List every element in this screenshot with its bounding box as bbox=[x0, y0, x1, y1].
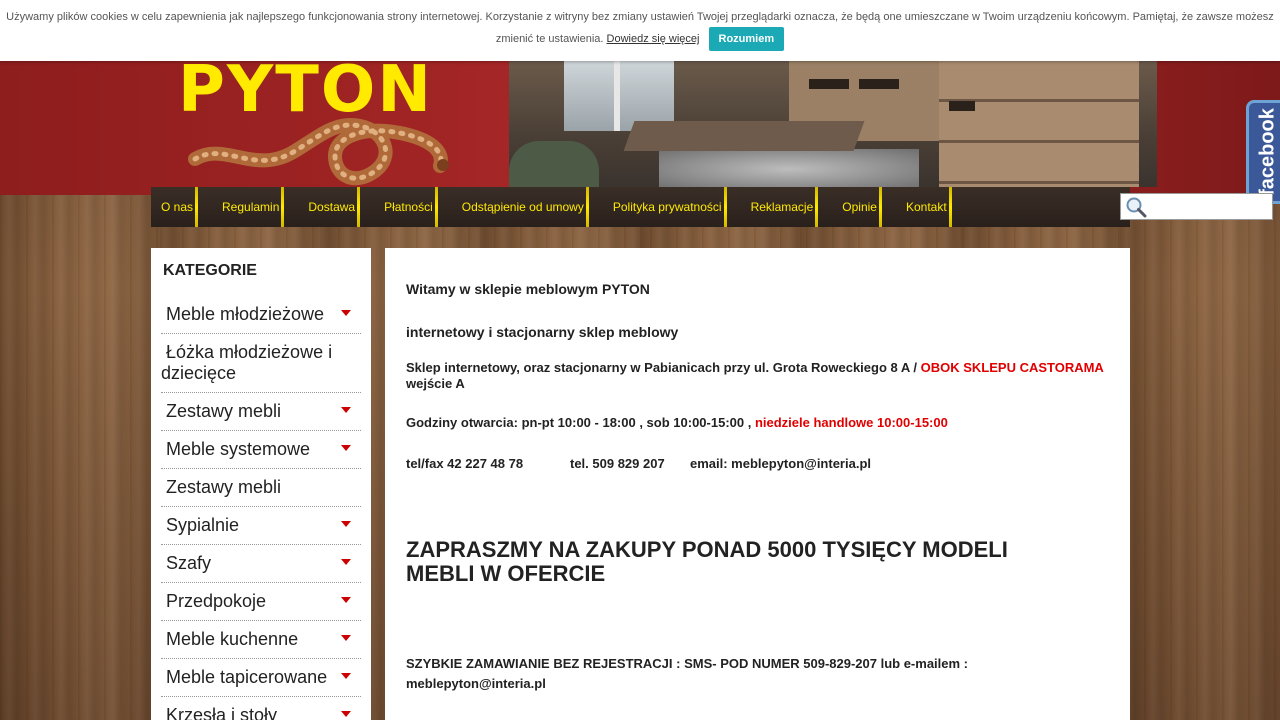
address-text: Sklep internetowy, oraz stacjonarny w Pa… bbox=[406, 360, 1116, 376]
sidebar-item-zestawy-mebli-2[interactable]: Zestawy mebli bbox=[161, 469, 361, 507]
sidebar-item-label: Zestawy mebli bbox=[166, 401, 282, 421]
address-highlight: OBOK SKLEPU CASTORAMA bbox=[920, 360, 1104, 375]
logo[interactable]: PYTON bbox=[170, 61, 500, 195]
sidebar-item-label-line2: dziecięce bbox=[161, 363, 237, 383]
nav-item-polityka[interactable]: Polityka prywatności bbox=[611, 187, 724, 227]
sidebar: KATEGORIE Meble młodzieżowe Łóżka młodzi… bbox=[151, 248, 371, 720]
sidebar-item-label: Meble kuchenne bbox=[166, 629, 299, 649]
sidebar-item-label: Szafy bbox=[166, 553, 212, 573]
order-email: meblepyton@interia.pl bbox=[406, 676, 546, 691]
promo-headline-line2: MEBLI W OFERCIE bbox=[406, 561, 606, 586]
nav-separator bbox=[585, 187, 589, 227]
sidebar-item-meble-kuchenne[interactable]: Meble kuchenne bbox=[161, 621, 361, 659]
facebook-label: facebook bbox=[1256, 108, 1278, 196]
cookie-accept-button[interactable]: Rozumiem bbox=[708, 27, 785, 51]
nav-separator bbox=[195, 187, 199, 227]
nav-separator bbox=[723, 187, 727, 227]
welcome-heading: Witamy w sklepie meblowym PYTON bbox=[406, 281, 650, 297]
order-info: SZYBKIE ZAMAWIANIE BEZ REJESTRACJI : SMS… bbox=[406, 656, 968, 671]
sidebar-title: KATEGORIE bbox=[163, 262, 257, 279]
address-entrance: wejście A bbox=[406, 376, 465, 391]
main-nav: O nas Regulamin Dostawa Płatności Odstąp… bbox=[151, 187, 1273, 227]
nav-item-odstapienie[interactable]: Odstąpienie od umowy bbox=[460, 187, 586, 227]
cookie-text-line2: zmienić te ustawienia. Dowiedz się więce… bbox=[0, 27, 1280, 51]
chevron-down-icon[interactable] bbox=[341, 635, 351, 641]
nav-separator bbox=[878, 187, 882, 227]
nav-separator bbox=[281, 187, 285, 227]
shop-subtitle: internetowy i stacjonarny sklep meblowy bbox=[406, 324, 679, 340]
sidebar-item-label: Meble młodzieżowe bbox=[166, 304, 325, 324]
email-text: email: meblepyton@interia.pl bbox=[690, 456, 871, 471]
cookie-text-end: zmienić te ustawienia. bbox=[495, 32, 604, 45]
search-icon[interactable] bbox=[1124, 196, 1148, 218]
sidebar-item-label: Łóżka młodzieżowe i bbox=[166, 342, 333, 362]
sidebar-item-krzesla-stoly[interactable]: Krzesła i stoły bbox=[161, 697, 361, 720]
sidebar-item-label: Krzesła i stoły bbox=[166, 705, 278, 720]
chevron-down-icon[interactable] bbox=[341, 407, 351, 413]
cookie-banner: Używamy plików cookies w celu zapewnieni… bbox=[0, 0, 1280, 61]
sidebar-item-lozka[interactable]: Łóżka młodzieżowe i dziecięce bbox=[161, 334, 361, 393]
chevron-down-icon[interactable] bbox=[341, 711, 351, 717]
snake-logo-icon bbox=[188, 118, 449, 186]
sidebar-item-szafy[interactable]: Szafy bbox=[161, 545, 361, 583]
opening-hours: Godziny otwarcia: pn-pt 10:00 - 18:00 , … bbox=[406, 415, 948, 430]
sidebar-item-zestawy-mebli[interactable]: Zestawy mebli bbox=[161, 393, 361, 431]
nav-separator bbox=[434, 187, 438, 227]
nav-item-platnosci[interactable]: Płatności bbox=[382, 187, 435, 227]
sidebar-item-label: Sypialnie bbox=[166, 515, 240, 535]
phone-fax: tel/fax 42 227 48 78 bbox=[406, 456, 524, 471]
search-box bbox=[1120, 193, 1273, 220]
sidebar-item-label: Przedpokoje bbox=[166, 591, 267, 611]
chevron-down-icon[interactable] bbox=[341, 445, 351, 451]
sidebar-item-label: Meble systemowe bbox=[166, 439, 311, 459]
nav-item-kontakt[interactable]: Kontakt bbox=[904, 187, 949, 227]
cookie-more-link[interactable]: Dowiedz się więcej bbox=[607, 33, 700, 45]
chevron-down-icon[interactable] bbox=[341, 521, 351, 527]
nav-item-reklamacje[interactable]: Reklamacje bbox=[749, 187, 816, 227]
promo-headline: ZAPRASZMY NA ZAKUPY PONAD 5000 TYSIĘCY M… bbox=[406, 537, 1008, 562]
address-prefix: Sklep internetowy, oraz stacjonarny w Pa… bbox=[406, 360, 921, 375]
chevron-down-icon[interactable] bbox=[341, 559, 351, 565]
nav-separator bbox=[948, 187, 952, 227]
chevron-down-icon[interactable] bbox=[341, 673, 351, 679]
main-content: Witamy w sklepie meblowym PYTON internet… bbox=[385, 248, 1130, 720]
nav-item-o-nas[interactable]: O nas bbox=[159, 187, 195, 227]
nav-item-opinie[interactable]: Opinie bbox=[840, 187, 879, 227]
sidebar-item-meble-mlodziezowe[interactable]: Meble młodzieżowe bbox=[161, 296, 361, 334]
nav-item-dostawa[interactable]: Dostawa bbox=[306, 187, 357, 227]
search-input[interactable] bbox=[1149, 196, 1269, 217]
sidebar-item-sypialnie[interactable]: Sypialnie bbox=[161, 507, 361, 545]
nav-separator bbox=[815, 187, 819, 227]
chevron-down-icon[interactable] bbox=[341, 310, 351, 316]
sidebar-item-meble-tapicerowane[interactable]: Meble tapicerowane bbox=[161, 659, 361, 697]
sidebar-item-przedpokoje[interactable]: Przedpokoje bbox=[161, 583, 361, 621]
header: PYTON bbox=[0, 61, 1280, 195]
hours-sunday: niedziele handlowe 10:00-15:00 bbox=[754, 415, 948, 430]
header-banner-image bbox=[509, 61, 1157, 187]
hours-text: Godziny otwarcia: pn-pt 10:00 - 18:00 , … bbox=[406, 415, 755, 430]
nav-item-regulamin[interactable]: Regulamin bbox=[220, 187, 281, 227]
sidebar-item-label: Meble tapicerowane bbox=[166, 667, 328, 687]
chevron-down-icon[interactable] bbox=[341, 597, 351, 603]
phone-mobile: tel. 509 829 207 bbox=[570, 456, 665, 471]
nav-separator bbox=[357, 187, 361, 227]
sidebar-item-label: Zestawy mebli bbox=[166, 477, 282, 497]
sidebar-item-meble-systemowe[interactable]: Meble systemowe bbox=[161, 431, 361, 469]
facebook-tab[interactable]: facebook bbox=[1246, 100, 1280, 204]
cookie-text: Używamy plików cookies w celu zapewnieni… bbox=[6, 11, 1274, 23]
